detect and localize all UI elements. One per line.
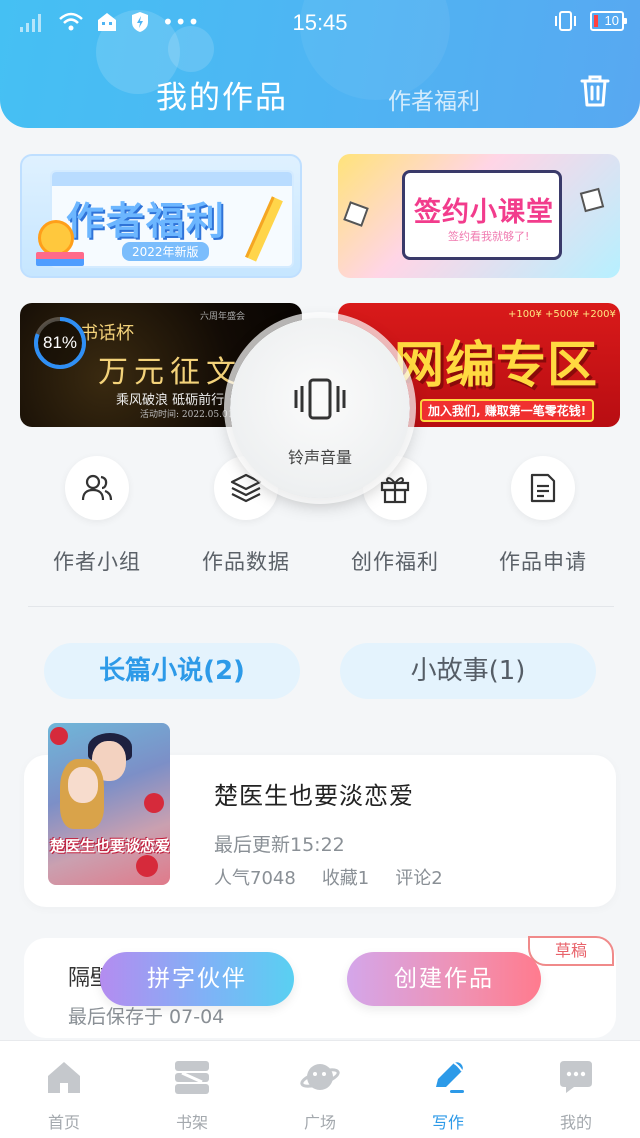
banner-title: 万元征文: [98, 355, 242, 390]
nav-label: 广场: [303, 1113, 336, 1132]
vibrate-icon: [555, 11, 576, 31]
tab-my-works[interactable]: 我的作品: [156, 72, 288, 117]
divider: [28, 606, 614, 607]
work-favorites: 收藏1: [321, 868, 370, 889]
draft-badge: 草稿: [528, 936, 614, 966]
phone-vibrate-icon: [294, 378, 346, 420]
work-updated: 最后更新15:22: [214, 834, 345, 856]
banner-subtitle: 加入我们, 赚取第一笔零花钱!: [420, 399, 595, 422]
banner-small-header: 六周年盛会: [200, 312, 246, 322]
rose-decor: [144, 793, 164, 813]
work-stats: 人气7048 收藏1 评论2: [214, 864, 443, 890]
book-cover[interactable]: 楚医生也要谈恋爱: [48, 723, 170, 885]
draft-saved: 最后保存于 07-04: [68, 1006, 225, 1028]
home-icon: [48, 1062, 80, 1093]
document-icon: [530, 473, 556, 503]
banner-title: 作者福利: [66, 198, 227, 243]
progress-ring: 81%: [32, 315, 88, 371]
nav-home[interactable]: 首页: [0, 1041, 128, 1138]
nav-bookshelf[interactable]: 书架: [128, 1041, 256, 1138]
nav-label: 首页: [47, 1113, 80, 1132]
work-popularity: 人气7048: [214, 868, 296, 889]
quick-author-group[interactable]: 作者小组: [22, 456, 172, 576]
planet-icon: [300, 1064, 340, 1090]
quick-label: 作者小组: [53, 550, 141, 574]
cube-icon: [343, 201, 369, 227]
header: ••• 15:45 10 我的作品 作者福利: [0, 0, 640, 128]
alarm-clock-icon: [38, 220, 74, 256]
tab-long-novel[interactable]: 长篇小说(2): [44, 643, 300, 699]
rose-decor: [50, 727, 68, 745]
quick-label: 创作福利: [351, 550, 439, 574]
banner-coins: +100¥ +500¥ +200¥: [508, 309, 616, 320]
layers-icon: [230, 473, 262, 503]
nav-mine[interactable]: 我的: [512, 1041, 640, 1138]
banner-cup: 书话杯: [80, 323, 134, 344]
nav-label: 写作: [431, 1113, 464, 1132]
trash-icon[interactable]: [580, 74, 610, 108]
quick-work-application[interactable]: 作品申请: [468, 456, 618, 576]
nav-square[interactable]: 广场: [256, 1041, 384, 1138]
bottom-nav: 首页 书架 广场 写作 我的: [0, 1040, 640, 1138]
banner-author-welfare[interactable]: 作者福利 2022年新版: [20, 154, 302, 278]
quick-icon-circle: [511, 456, 575, 520]
quick-icon-circle: [65, 456, 129, 520]
quick-label: 作品申请: [499, 550, 587, 574]
progress-percent: 81%: [42, 333, 78, 352]
cover-title: 楚医生也要谈恋爱: [50, 837, 170, 855]
books-icon: [36, 252, 84, 266]
users-icon: [81, 474, 113, 501]
work-title[interactable]: 楚医生也要淡恋爱: [214, 776, 414, 811]
banner-slogan: 乘风破浪 砥砺前行: [116, 393, 225, 408]
status-bar: ••• 15:45 10: [0, 0, 640, 46]
gift-icon: [380, 477, 410, 504]
bookshelf-icon: [175, 1061, 209, 1094]
pen-icon: [436, 1062, 464, 1093]
tab-author-welfare[interactable]: 作者福利: [388, 82, 480, 116]
banner-subtitle: 签约看我就够了!: [448, 230, 530, 243]
chat-icon: [560, 1061, 592, 1093]
cube-icon: [579, 187, 605, 213]
nav-label: 书架: [175, 1113, 208, 1132]
partner-button[interactable]: 拼字伙伴: [100, 952, 294, 1006]
volume-overlay: 铃声音量: [230, 318, 410, 498]
status-time: 15:45: [292, 10, 348, 35]
cover-figure: [68, 767, 98, 803]
quick-label: 作品数据: [202, 550, 290, 574]
battery-indicator: 10: [590, 11, 627, 31]
nav-write[interactable]: 写作: [384, 1041, 512, 1138]
work-comments: 评论2: [395, 868, 443, 889]
banner-title: 签约小课堂: [414, 197, 554, 228]
banner-subtitle: 2022年新版: [122, 242, 209, 261]
tab-short-story[interactable]: 小故事(1): [340, 643, 596, 699]
nav-label: 我的: [559, 1113, 592, 1132]
create-work-button[interactable]: 创建作品: [347, 952, 541, 1006]
banner-sign-class[interactable]: 签约小课堂 签约看我就够了!: [338, 154, 620, 278]
rose-decor: [136, 855, 158, 877]
status-icons-right: 10: [552, 10, 627, 32]
volume-label: 铃声音量: [287, 448, 352, 467]
